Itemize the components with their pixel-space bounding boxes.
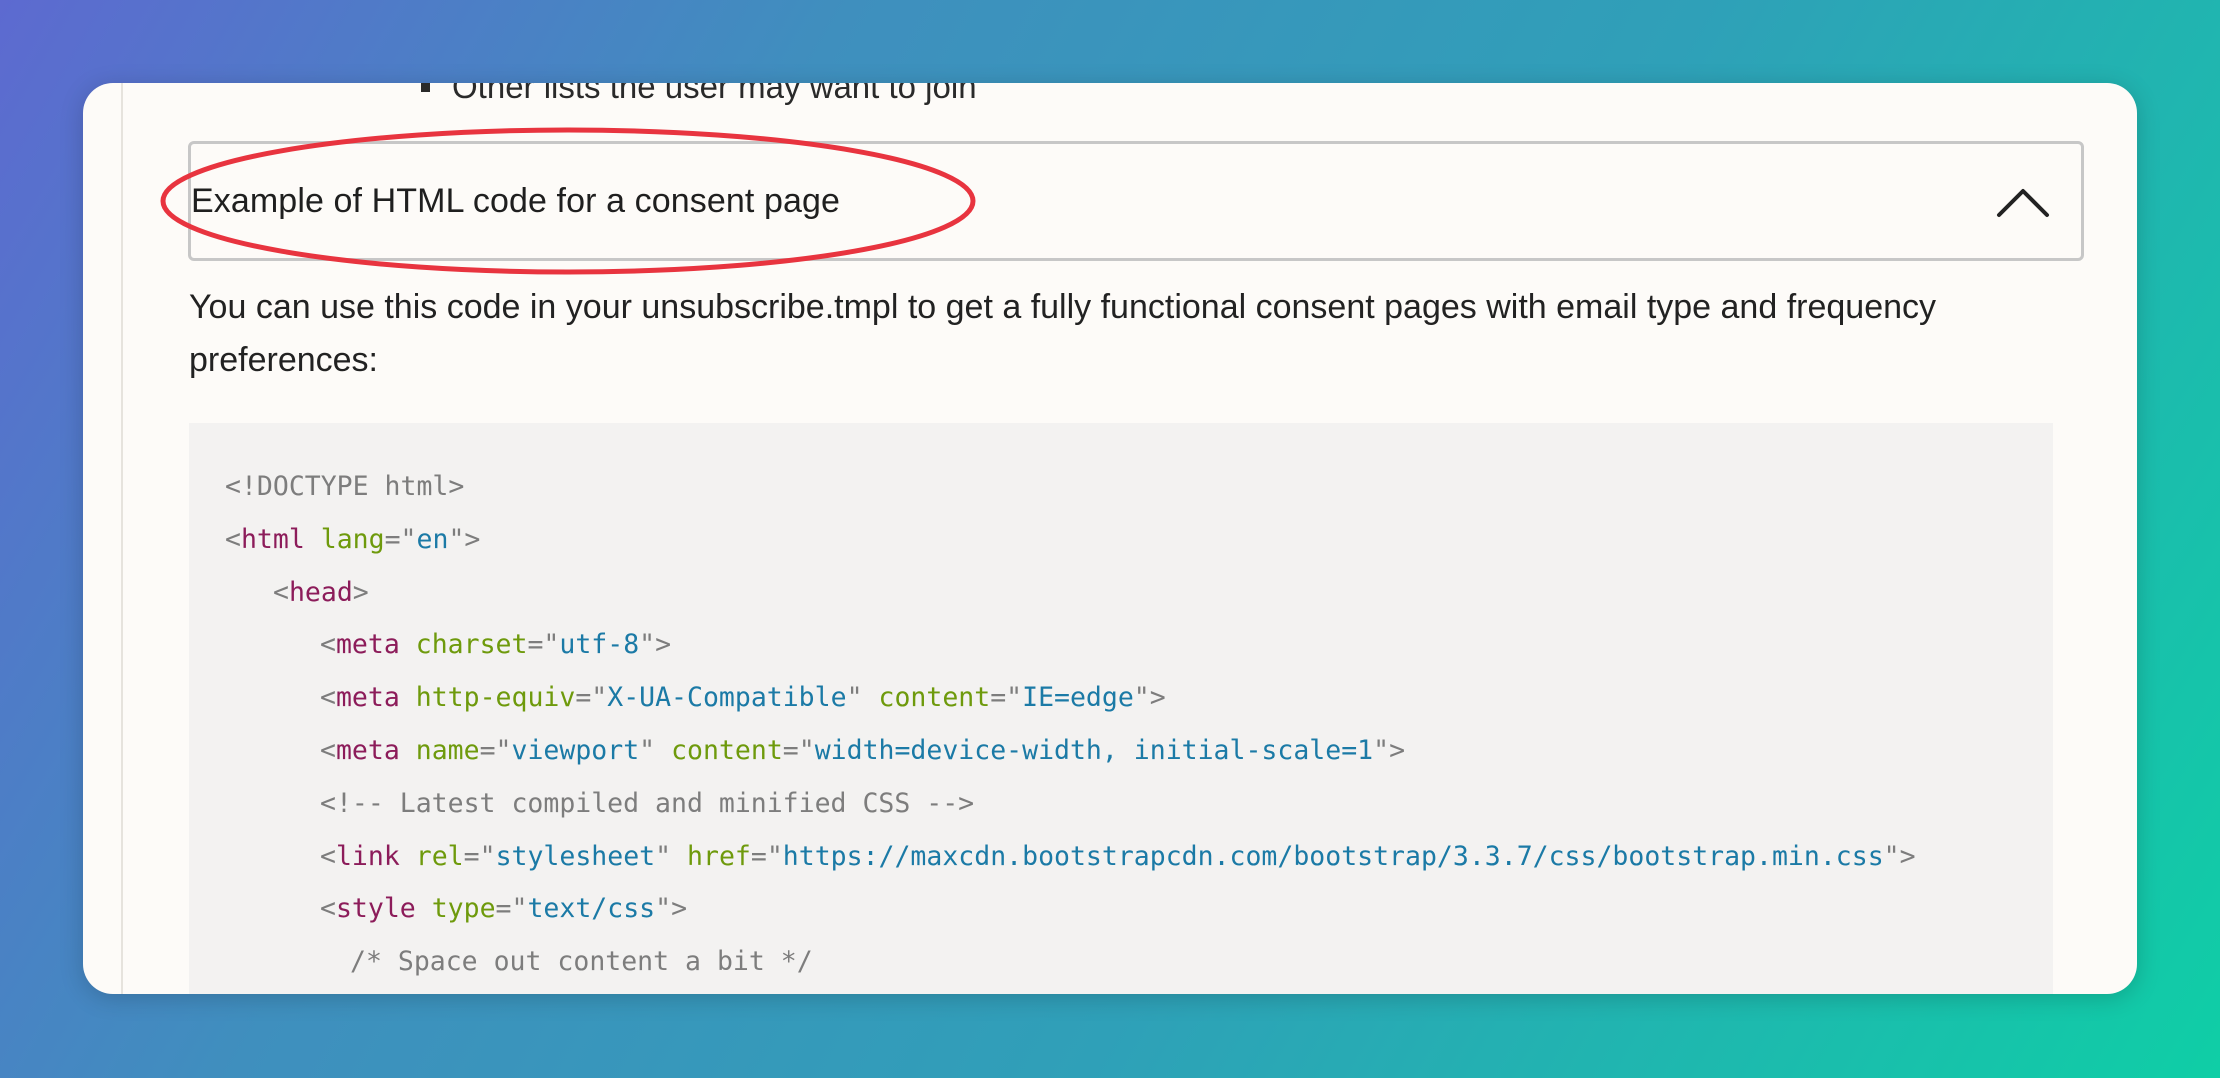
code-token: < xyxy=(320,840,336,872)
code-line: <link rel="stylesheet" href="https://max… xyxy=(225,831,2053,884)
code-token: link xyxy=(335,840,400,872)
code-token: "> xyxy=(655,893,688,925)
code-block: <!DOCTYPE html> <html lang="en"> <head> <me… xyxy=(189,423,2053,994)
code-line: <style type="text/css"> xyxy=(225,883,2053,936)
code-token: <!-- Latest compiled and minified CSS --… xyxy=(320,787,975,819)
code-token: content xyxy=(878,682,991,714)
intro-paragraph: You can use this code in your unsubscrib… xyxy=(189,288,1937,379)
code-token: http-equiv xyxy=(415,682,576,714)
code-token: =" xyxy=(495,893,528,925)
code-line: <meta charset="utf-8"> xyxy=(225,619,2053,672)
code-token: type xyxy=(431,893,496,925)
code-token: viewport xyxy=(511,734,640,766)
bullet-icon xyxy=(421,83,430,92)
code-token: =" xyxy=(479,734,512,766)
code-token: =" xyxy=(750,840,783,872)
code-line: <meta name="viewport" content="width=dev… xyxy=(225,725,2053,778)
code-token: head xyxy=(288,576,353,608)
code-token: style xyxy=(335,893,416,925)
code-token: =" xyxy=(782,734,815,766)
code-line: <!DOCTYPE html> xyxy=(225,461,2053,514)
code-token: " xyxy=(639,734,656,766)
code-line: <head> xyxy=(225,567,2053,620)
code-token: utf-8 xyxy=(559,629,640,661)
list-item: Other lists the user may want to join xyxy=(421,83,977,117)
code-token: /* Space out content a bit */ xyxy=(350,946,813,978)
code-token: <!DOCTYPE html> xyxy=(225,471,465,502)
code-token: href xyxy=(687,840,751,872)
code-token: html xyxy=(240,523,305,555)
code-token: =" xyxy=(463,840,496,872)
accordion-title: Example of HTML code for a consent page xyxy=(191,181,840,220)
code-token: "> xyxy=(448,523,481,555)
code-line: <meta http-equiv="X-UA-Compatible" conte… xyxy=(225,672,2053,725)
chevron-up-icon[interactable] xyxy=(1995,181,2051,221)
list-item-text: Other lists the user may want to join xyxy=(452,83,977,105)
code-token: =" xyxy=(527,629,560,661)
code-line: <html lang="en"> xyxy=(225,514,2053,567)
code-token: meta xyxy=(335,734,400,766)
code-token: https://maxcdn.bootstrapcdn.com/bootstra… xyxy=(782,840,1884,872)
code-token: =" xyxy=(990,682,1023,714)
code-line: <!-- Latest compiled and minified CSS --… xyxy=(225,778,2053,831)
code-line: /* Space out content a bit */ xyxy=(225,936,2053,989)
code-token: > xyxy=(352,576,369,608)
code-token: =" xyxy=(575,682,608,714)
code-token: " xyxy=(846,682,863,714)
code-token: lang xyxy=(320,523,385,555)
code-token: meta xyxy=(335,682,400,714)
code-token: content xyxy=(671,734,783,766)
code-token: < xyxy=(320,682,336,714)
code-token: < xyxy=(273,576,289,608)
code-token: rel xyxy=(415,840,464,872)
code-token: " xyxy=(655,840,672,872)
code-token: "> xyxy=(1373,734,1406,766)
code-token: =" xyxy=(384,523,417,555)
content-card: Other lists the user may want to join Ex… xyxy=(83,83,2137,994)
left-border-rule xyxy=(121,83,123,994)
code-token: < xyxy=(320,893,336,925)
code-token: X-UA-Compatible xyxy=(607,682,847,714)
code-token: < xyxy=(225,523,241,555)
consent-code-accordion[interactable]: Example of HTML code for a consent page xyxy=(188,141,2084,261)
code-token: stylesheet xyxy=(495,840,656,872)
code-token: text/css xyxy=(527,893,656,925)
code-token: en xyxy=(416,523,449,555)
code-token: name xyxy=(415,734,480,766)
code-token: IE=edge xyxy=(1022,682,1134,714)
code-token: "> xyxy=(1133,682,1166,714)
code-token: "> xyxy=(1883,840,1916,872)
code-token: < xyxy=(320,629,336,661)
code-token: < xyxy=(320,734,336,766)
code-token: charset xyxy=(415,629,528,661)
code-token: meta xyxy=(335,629,400,661)
code-token: "> xyxy=(639,629,672,661)
code-token: width=device-width, initial-scale=1 xyxy=(814,734,1374,766)
